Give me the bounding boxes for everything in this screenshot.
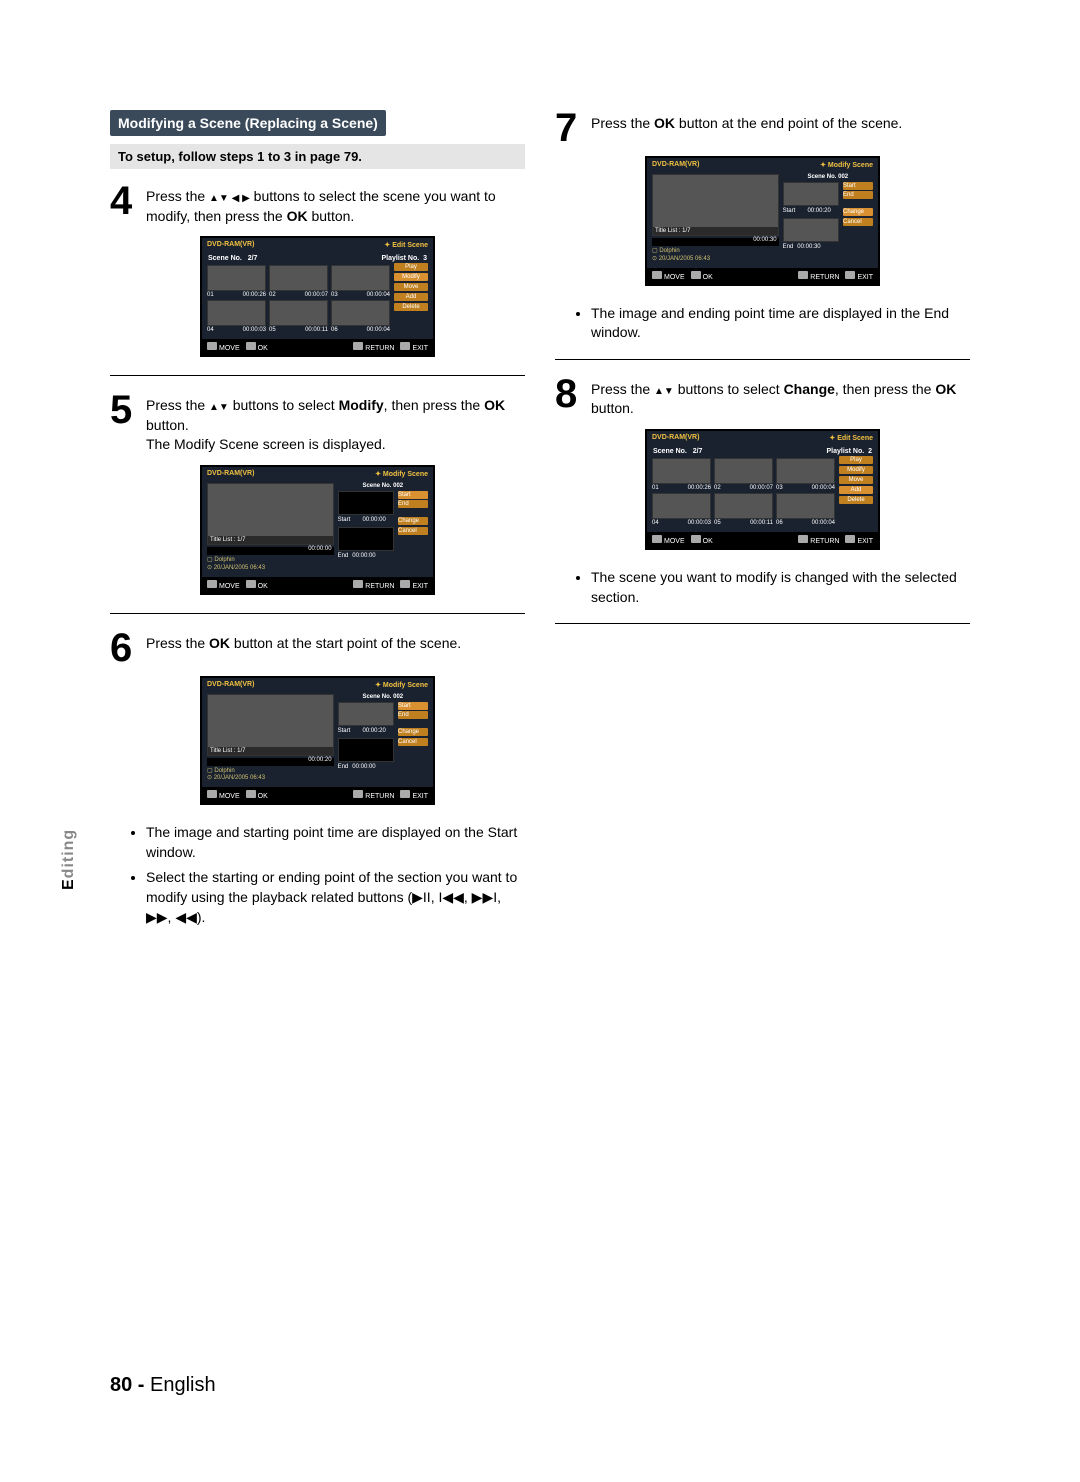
step-5: 5 Press the ▲▼ buttons to select Modify,… (110, 392, 525, 455)
arrow-icons: ▲▼ (209, 401, 229, 415)
step-number: 8 (555, 376, 581, 412)
step-7-bullets: The image and ending point time are disp… (555, 304, 970, 343)
step-number: 5 (110, 392, 136, 428)
step-6: 6 Press the OK button at the start point… (110, 630, 525, 666)
step-number: 6 (110, 630, 136, 666)
page-footer: 80 - English (110, 1374, 216, 1397)
step-6-bullets: The image and starting point time are di… (110, 823, 525, 927)
sub-header: To setup, follow steps 1 to 3 in page 79… (110, 144, 525, 169)
step-text: Press the OK button at the end point of … (591, 110, 902, 134)
screenshot-modify-scene-2: DVD-RAM(VR)✦ Modify Scene Title List : 1… (200, 676, 435, 806)
step-number: 7 (555, 110, 581, 146)
arrow-icons: ▲▼ (654, 385, 674, 399)
step-7: 7 Press the OK button at the end point o… (555, 110, 970, 146)
step-8-bullets: The scene you want to modify is changed … (555, 568, 970, 607)
step-8: 8 Press the ▲▼ buttons to select Change,… (555, 376, 970, 419)
step-text: Press the ▲▼ buttons to select Modify, t… (146, 392, 525, 455)
help-bar: MOVE OK RETURN EXIT (202, 339, 433, 355)
arrow-icons: ▲▼ ◀ ▶ (209, 192, 250, 206)
step-text: Press the ▲▼ buttons to select Change, t… (591, 376, 970, 419)
screenshot-edit-scene-2: DVD-RAM(VR)✦ Edit Scene Scene No. 2/7Pla… (645, 429, 880, 550)
step-text: Press the ▲▼ ◀ ▶ buttons to select the s… (146, 183, 525, 226)
section-header: Modifying a Scene (Replacing a Scene) (110, 110, 386, 136)
step-text: Press the OK button at the start point o… (146, 630, 461, 654)
step-4: 4 Press the ▲▼ ◀ ▶ buttons to select the… (110, 183, 525, 226)
step-number: 4 (110, 183, 136, 219)
screenshot-edit-scene-1: DVD-RAM(VR)✦ Edit Scene Scene No. 2/7Pla… (200, 236, 435, 357)
screenshot-modify-scene-3: DVD-RAM(VR)✦ Modify Scene Title List : 1… (645, 156, 880, 286)
screenshot-modify-scene-1: DVD-RAM(VR)✦ Modify Scene Title List : 1… (200, 465, 435, 595)
section-tab: Editing (60, 829, 78, 890)
